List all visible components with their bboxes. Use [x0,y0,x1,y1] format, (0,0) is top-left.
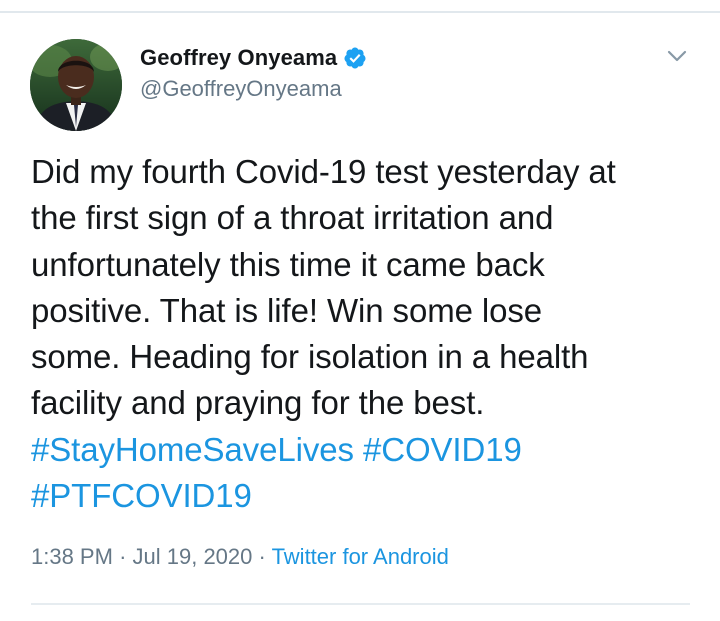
hashtag-line: #PTFCOVID19 [31,473,691,519]
avatar[interactable] [30,39,122,131]
hashtag-stayhomesavelives[interactable]: #StayHomeSaveLives [31,431,354,468]
tweet-text-line: unfortunately this time it came back [31,245,545,283]
display-name[interactable]: Geoffrey Onyeama [140,45,337,71]
name-row: Geoffrey Onyeama [140,42,367,74]
avatar-photo [30,39,122,131]
hashtag-covid19[interactable]: #COVID19 [363,431,522,468]
user-info: Geoffrey Onyeama @GeoffreyOnyeama [140,42,367,102]
tweet-text: Did my fourth Covid-19 test yesterday at… [31,149,691,519]
tweet-meta: 1:38 PM · Jul 19, 2020 · Twitter for And… [31,544,449,570]
tweet-text-line: the first sign of a throat irritation an… [31,199,554,237]
tweet-source-link[interactable]: Twitter for Android [272,544,449,569]
handle[interactable]: @GeoffreyOnyeama [140,76,367,102]
hashtag-line: #StayHomeSaveLives #COVID19 [31,427,691,473]
tweet-text-line: Did my fourth Covid-19 test yesterday at [31,153,616,190]
tweet-time[interactable]: 1:38 PM [31,544,113,569]
verified-badge-icon [343,46,367,70]
tweet-text-line: facility and praying for the best. [31,384,485,422]
tweet-date[interactable]: Jul 19, 2020 [133,544,253,569]
chevron-down-icon[interactable] [664,43,690,69]
meta-separator: · [258,544,266,569]
meta-separator: · [119,544,127,569]
hashtag-ptfcovid19[interactable]: #PTFCOVID19 [31,477,252,514]
tweet: Geoffrey Onyeama @GeoffreyOnyeama Did my… [0,13,720,621]
bottom-divider [31,603,690,605]
tweet-text-line: some. Heading for isolation in a health [31,338,589,376]
tweet-text-line: positive. That is life! Win some lose [31,291,543,329]
